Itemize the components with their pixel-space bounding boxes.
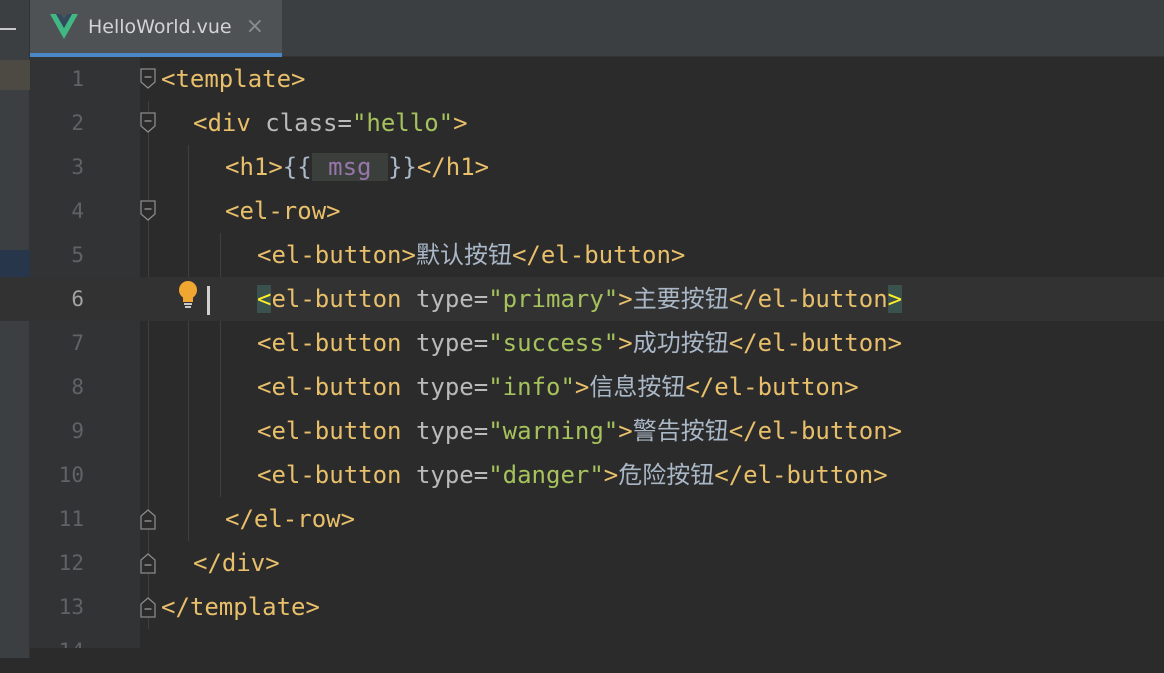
tab-label: HelloWorld.vue — [88, 15, 232, 38]
code-line: 10 <el-button type="danger">危险按钮</el-but… — [0, 453, 1164, 497]
fold-close-icon[interactable] — [140, 508, 156, 530]
line-number: 10 — [58, 463, 84, 487]
line-number: 5 — [71, 243, 84, 267]
code-line: 2 <div class="hello"> — [0, 101, 1164, 145]
code-line: 9 <el-button type="warning">警告按钮</el-but… — [0, 409, 1164, 453]
code-text: <el-button type="info">信息按钮</el-button> — [257, 373, 859, 401]
code-line: 8 <el-button type="info">信息按钮</el-button… — [0, 365, 1164, 409]
code-text: <h1>{{ msg }}</h1> — [225, 153, 490, 181]
lightbulb-icon[interactable] — [176, 280, 200, 314]
code-text: <el-button type="success">成功按钮</el-butto… — [257, 329, 903, 357]
line-number: 2 — [71, 111, 84, 135]
code-text: </div> — [193, 549, 280, 577]
line-number: 4 — [71, 199, 84, 223]
editor-tab-bar: HelloWorld.vue × — [30, 0, 1164, 57]
code-line: 7 <el-button type="success">成功按钮</el-but… — [0, 321, 1164, 365]
tab-helloworld-vue[interactable]: HelloWorld.vue × — [30, 0, 282, 57]
code-line: 4 <el-row> — [0, 189, 1164, 233]
line-number: 6 — [71, 287, 84, 311]
code-line: 12 </div> — [0, 541, 1164, 585]
text-caret — [207, 286, 210, 315]
vue-icon — [50, 13, 78, 40]
code-text: <template> — [161, 65, 306, 93]
code-line: 3 <h1>{{ msg }}</h1> — [0, 145, 1164, 189]
minimize-icon[interactable] — [0, 28, 16, 30]
fold-open-icon[interactable] — [140, 200, 156, 222]
close-icon[interactable]: × — [246, 14, 264, 39]
code-line: 1 <template> — [0, 57, 1164, 101]
fold-close-icon[interactable] — [140, 596, 156, 618]
code-line: 5 <el-button>默认按钮</el-button> — [0, 233, 1164, 277]
code-line-current: 6 <el-button type="primary">主要按钮</el-but… — [0, 277, 1164, 321]
line-number: 7 — [71, 331, 84, 355]
line-number: 12 — [58, 551, 84, 575]
code-text: </el-row> — [225, 505, 356, 533]
code-editor[interactable]: 1 <template> 2 <div class="hello"> 3 <h1… — [0, 57, 1164, 663]
line-number: 1 — [71, 67, 84, 91]
code-text: </template> — [161, 593, 320, 621]
matched-bracket: < — [257, 285, 272, 313]
code-text: <el-button type="danger">危险按钮</el-button… — [257, 461, 888, 489]
fold-open-icon[interactable] — [140, 68, 156, 90]
line-number: 8 — [71, 375, 84, 399]
code-line: 13 </template> — [0, 585, 1164, 629]
line-number: 3 — [71, 155, 84, 179]
line-number: 9 — [71, 419, 84, 443]
fold-close-icon[interactable] — [140, 552, 156, 574]
interpolation-variable: msg — [311, 153, 388, 181]
code-line: 11 </el-row> — [0, 497, 1164, 541]
code-text: <el-button type="primary">主要按钮</el-butto… — [257, 285, 903, 313]
code-text: <el-button type="warning">警告按钮</el-butto… — [257, 417, 903, 445]
code-text: <div class="hello"> — [193, 109, 468, 137]
horizontal-scrollbar[interactable] — [30, 648, 1164, 658]
line-number: 11 — [58, 507, 84, 531]
code-text: <el-button>默认按钮</el-button> — [257, 241, 686, 269]
code-text: <el-row> — [225, 197, 341, 225]
matched-bracket: > — [887, 285, 903, 313]
line-number: 13 — [58, 595, 84, 619]
fold-open-icon[interactable] — [140, 112, 156, 134]
